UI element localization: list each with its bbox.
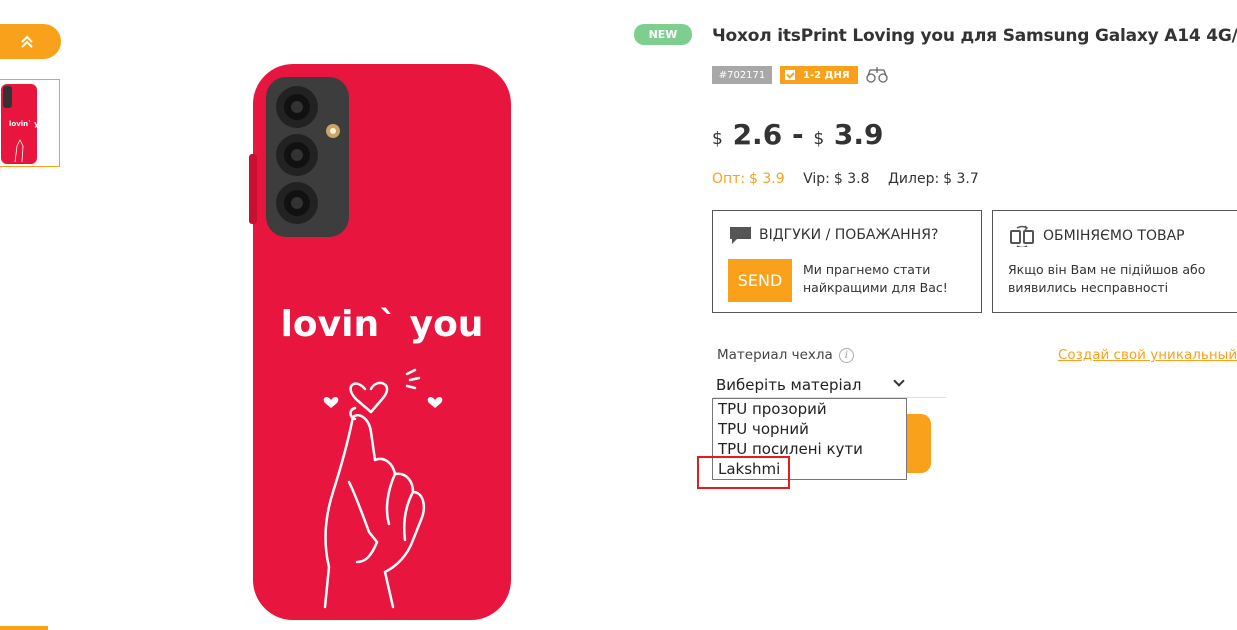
- exchange-icon: [1010, 225, 1034, 247]
- exchange-text-line2: виявились несправності: [1008, 280, 1169, 295]
- delivery-text: 1-2 ДНЯ: [803, 69, 850, 81]
- compare-scales-icon[interactable]: [866, 65, 888, 85]
- accent-bar: [0, 626, 48, 630]
- send-button[interactable]: SEND: [728, 259, 792, 302]
- product-title: Чохол itsPrint Loving you для Samsung Ga…: [712, 26, 1237, 46]
- thumbnail-print-text: lovin` you: [9, 120, 37, 128]
- price-tier-vip-value: $ 3.8: [833, 171, 870, 187]
- feedback-text-line1: Ми прагнемо стати: [803, 262, 931, 277]
- price-tier-dealer-label: Дилер:: [887, 171, 940, 187]
- price-tier-opt-label: Опт:: [712, 171, 746, 187]
- feedback-heading: ВІДГУКИ / ПОБАЖАННЯ?: [729, 225, 938, 245]
- double-chevron-up-icon: [20, 35, 33, 48]
- price-tiers: Опт: $ 3.9 Vip: $ 3.8 Дилер: $ 3.7: [712, 171, 983, 187]
- price-min: 2.6: [732, 118, 783, 151]
- image-print-text: lovin` you: [280, 304, 484, 345]
- exchange-text-line1: Якщо він Вам не підійшов або: [1008, 262, 1206, 277]
- exchange-title: ОБМІНЯЄМО ТОВАР: [1043, 228, 1185, 244]
- material-label: Материал чехла i: [717, 347, 854, 363]
- chevron-down-icon: [893, 375, 905, 387]
- price-tier-dealer-value: $ 3.7: [943, 171, 979, 187]
- feedback-text: Ми прагнемо стати найкращими для Вас!: [803, 261, 948, 297]
- product-thumbnail[interactable]: lovin` you: [0, 79, 60, 167]
- highlight-box: [697, 456, 790, 489]
- exchange-heading: ОБМІНЯЄМО ТОВАР: [1009, 225, 1185, 247]
- create-unique-case-link[interactable]: Создай свой уникальный че: [1058, 347, 1237, 363]
- price-range: $ 2.6 - $ 3.9: [712, 118, 884, 151]
- chat-bubble-icon: [730, 227, 751, 244]
- sku-badge: #702171: [712, 66, 772, 84]
- feedback-title: ВІДГУКИ / ПОБАЖАННЯ?: [759, 227, 939, 243]
- material-select[interactable]: Виберіть матеріал: [713, 373, 946, 398]
- price-max: 3.9: [833, 118, 884, 151]
- info-icon[interactable]: i: [838, 347, 854, 363]
- material-select-value: Виберіть матеріал: [716, 376, 862, 394]
- new-badge: NEW: [634, 24, 692, 45]
- thumbnail-image: lovin` you: [1, 84, 37, 164]
- material-label-text: Материал чехла: [717, 347, 833, 363]
- feedback-text-line2: найкращими для Вас!: [803, 280, 948, 295]
- scroll-up-button[interactable]: [0, 24, 61, 59]
- check-icon: [785, 70, 795, 80]
- currency-symbol: $: [712, 129, 723, 149]
- delivery-badge: 1-2 ДНЯ: [780, 66, 858, 84]
- price-tier-opt-value: $ 3.9: [749, 171, 785, 187]
- price-separator: -: [791, 118, 804, 151]
- feedback-box: ВІДГУКИ / ПОБАЖАННЯ? SEND Ми прагнемо ст…: [712, 210, 982, 313]
- price-tier-vip-label: Vip:: [803, 171, 830, 187]
- material-option[interactable]: TPU чорний: [713, 419, 906, 439]
- exchange-text: Якщо він Вам не підійшов або виявились н…: [1008, 261, 1205, 297]
- exchange-box: ОБМІНЯЄМО ТОВАР Якщо він Вам не підійшов…: [992, 210, 1237, 313]
- product-main-image[interactable]: lovin` you: [245, 62, 515, 624]
- currency-symbol: $: [813, 129, 825, 149]
- material-option[interactable]: TPU прозорий: [713, 399, 906, 419]
